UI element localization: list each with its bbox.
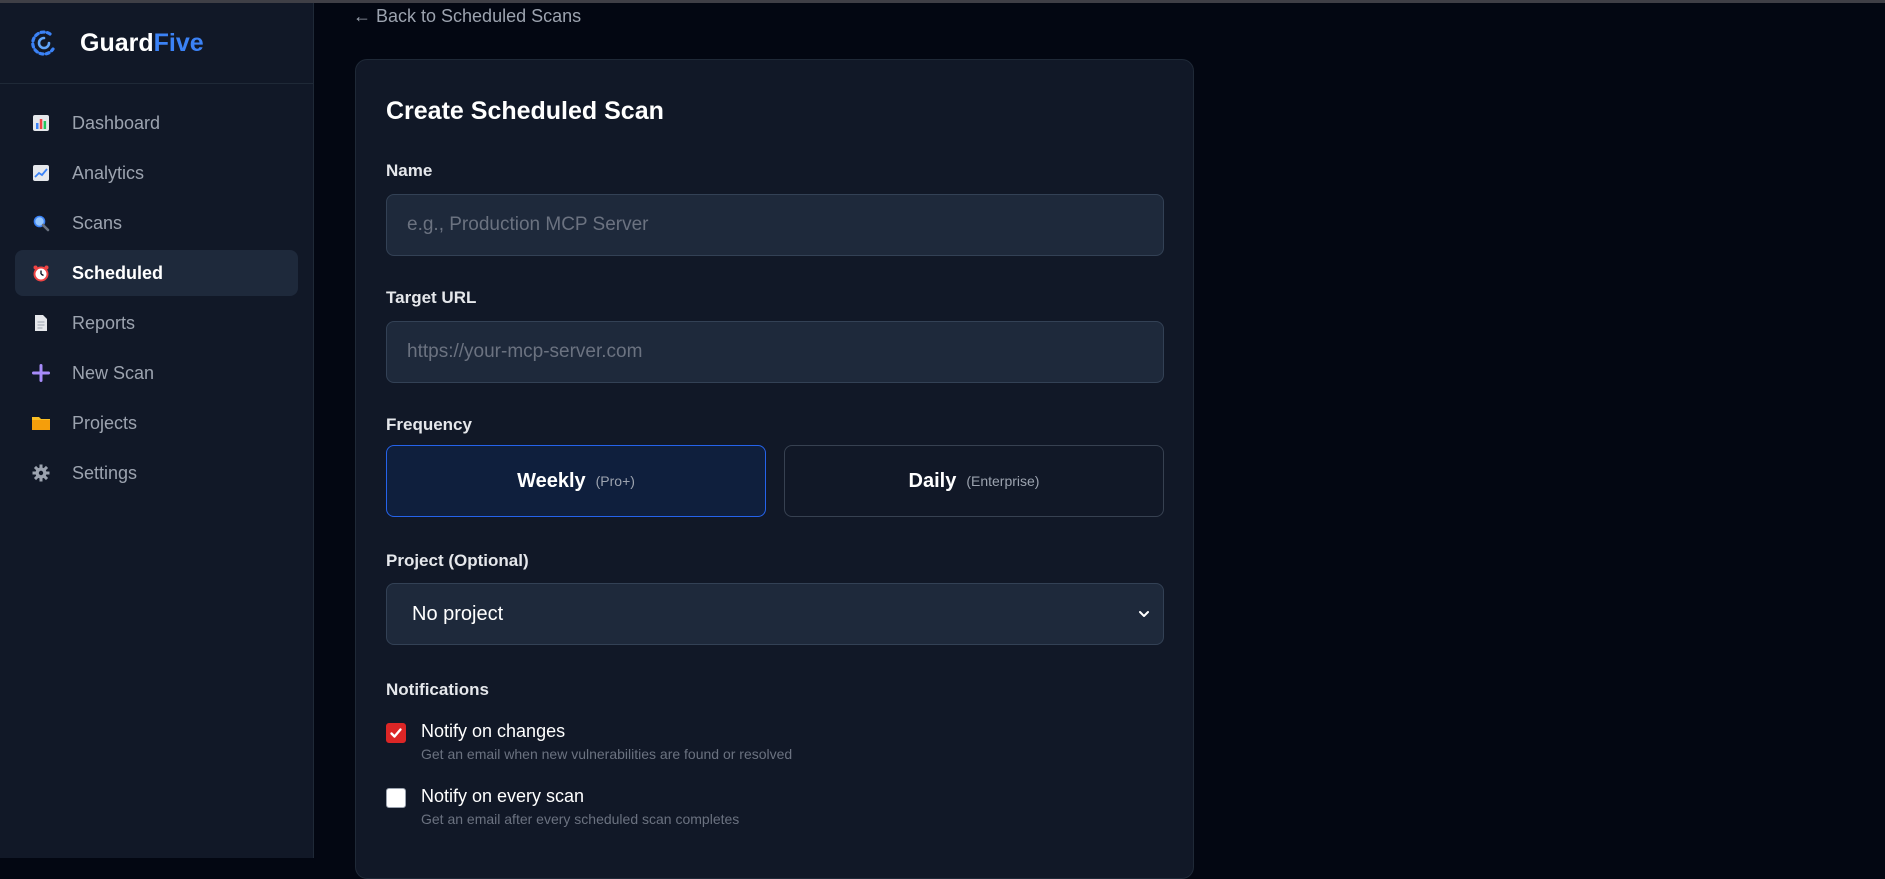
document-icon	[31, 313, 51, 333]
folder-icon	[31, 413, 51, 433]
magnifier-icon	[31, 213, 51, 233]
brand-name: GuardFive	[80, 29, 204, 58]
frequency-option-title: Daily	[908, 469, 957, 492]
project-select-value: No project	[412, 602, 504, 625]
project-label: Project (Optional)	[386, 551, 529, 570]
notify-on-changes-option: Notify on changes Get an email when new …	[386, 721, 792, 762]
notification-option-title: Notify on changes	[421, 721, 566, 741]
sidebar-nav: Dashboard Analytics Scans Scheduled Repo…	[0, 84, 313, 496]
target-url-label: Target URL	[386, 288, 477, 307]
sidebar-item-reports[interactable]: Reports	[15, 300, 298, 346]
project-select[interactable]: No project	[386, 583, 1164, 645]
back-to-scheduled-scans-link[interactable]: ← Back to Scheduled Scans	[353, 6, 581, 27]
name-input[interactable]	[386, 194, 1164, 256]
frequency-option-tier: (Pro+)	[595, 473, 635, 489]
frequency-option-tier: (Enterprise)	[966, 473, 1040, 489]
notify-on-every-scan-checkbox[interactable]	[386, 788, 406, 808]
bar-chart-icon	[31, 113, 51, 133]
sidebar-item-scans[interactable]: Scans	[15, 200, 298, 246]
brand-name-accent: Five	[153, 28, 204, 57]
alarm-clock-icon	[31, 263, 51, 283]
brand-name-prefix: Guard	[80, 28, 154, 57]
sidebar-item-new-scan[interactable]: New Scan	[15, 350, 298, 396]
sidebar-item-label: Reports	[72, 312, 136, 333]
frequency-option-weekly[interactable]: Weekly (Pro+)	[386, 445, 766, 517]
chevron-down-icon	[1139, 611, 1149, 617]
sidebar: GuardFive Dashboard Analytics Scans Sche…	[0, 3, 314, 858]
sidebar-item-label: Analytics	[72, 162, 145, 183]
target-url-input[interactable]	[386, 321, 1164, 383]
sidebar-item-projects[interactable]: Projects	[15, 400, 298, 446]
name-label: Name	[386, 161, 433, 180]
checkmark-icon	[390, 728, 402, 738]
notification-option-description: Get an email after every scheduled scan …	[421, 811, 740, 827]
brand[interactable]: GuardFive	[0, 3, 313, 84]
frequency-label: Frequency	[386, 415, 472, 434]
notify-on-every-scan-option: Notify on every scan Get an email after …	[386, 786, 739, 827]
sidebar-item-label: Projects	[72, 412, 138, 433]
frequency-option-daily[interactable]: Daily (Enterprise)	[784, 445, 1164, 517]
gear-icon	[31, 463, 51, 483]
sidebar-item-analytics[interactable]: Analytics	[15, 150, 298, 196]
plus-icon	[31, 363, 51, 383]
notify-on-changes-checkbox[interactable]	[386, 723, 406, 743]
form-title: Create Scheduled Scan	[386, 97, 664, 125]
notify-on-changes-text: Notify on changes Get an email when new …	[421, 721, 792, 762]
notification-option-title: Notify on every scan	[421, 786, 585, 806]
notifications-label: Notifications	[386, 680, 489, 699]
sidebar-item-label: Settings	[72, 462, 138, 483]
sidebar-item-settings[interactable]: Settings	[15, 450, 298, 496]
frequency-option-title: Weekly	[517, 469, 586, 492]
sidebar-item-dashboard[interactable]: Dashboard	[15, 100, 298, 146]
guardfive-logo-icon	[31, 30, 55, 56]
sidebar-item-label: Scheduled	[72, 262, 164, 283]
trend-chart-icon	[31, 163, 51, 183]
main-content: ← Back to Scheduled Scans Create Schedul…	[315, 3, 1885, 879]
sidebar-item-label: Scans	[72, 212, 123, 233]
sidebar-item-scheduled[interactable]: Scheduled	[15, 250, 298, 296]
notify-on-every-scan-text: Notify on every scan Get an email after …	[421, 786, 739, 827]
notification-option-description: Get an email when new vulnerabilities ar…	[421, 746, 793, 762]
sidebar-item-label: Dashboard	[72, 112, 161, 133]
create-scheduled-scan-form: Create Scheduled Scan Name Target URL Fr…	[355, 59, 1194, 879]
sidebar-item-label: New Scan	[72, 362, 155, 383]
